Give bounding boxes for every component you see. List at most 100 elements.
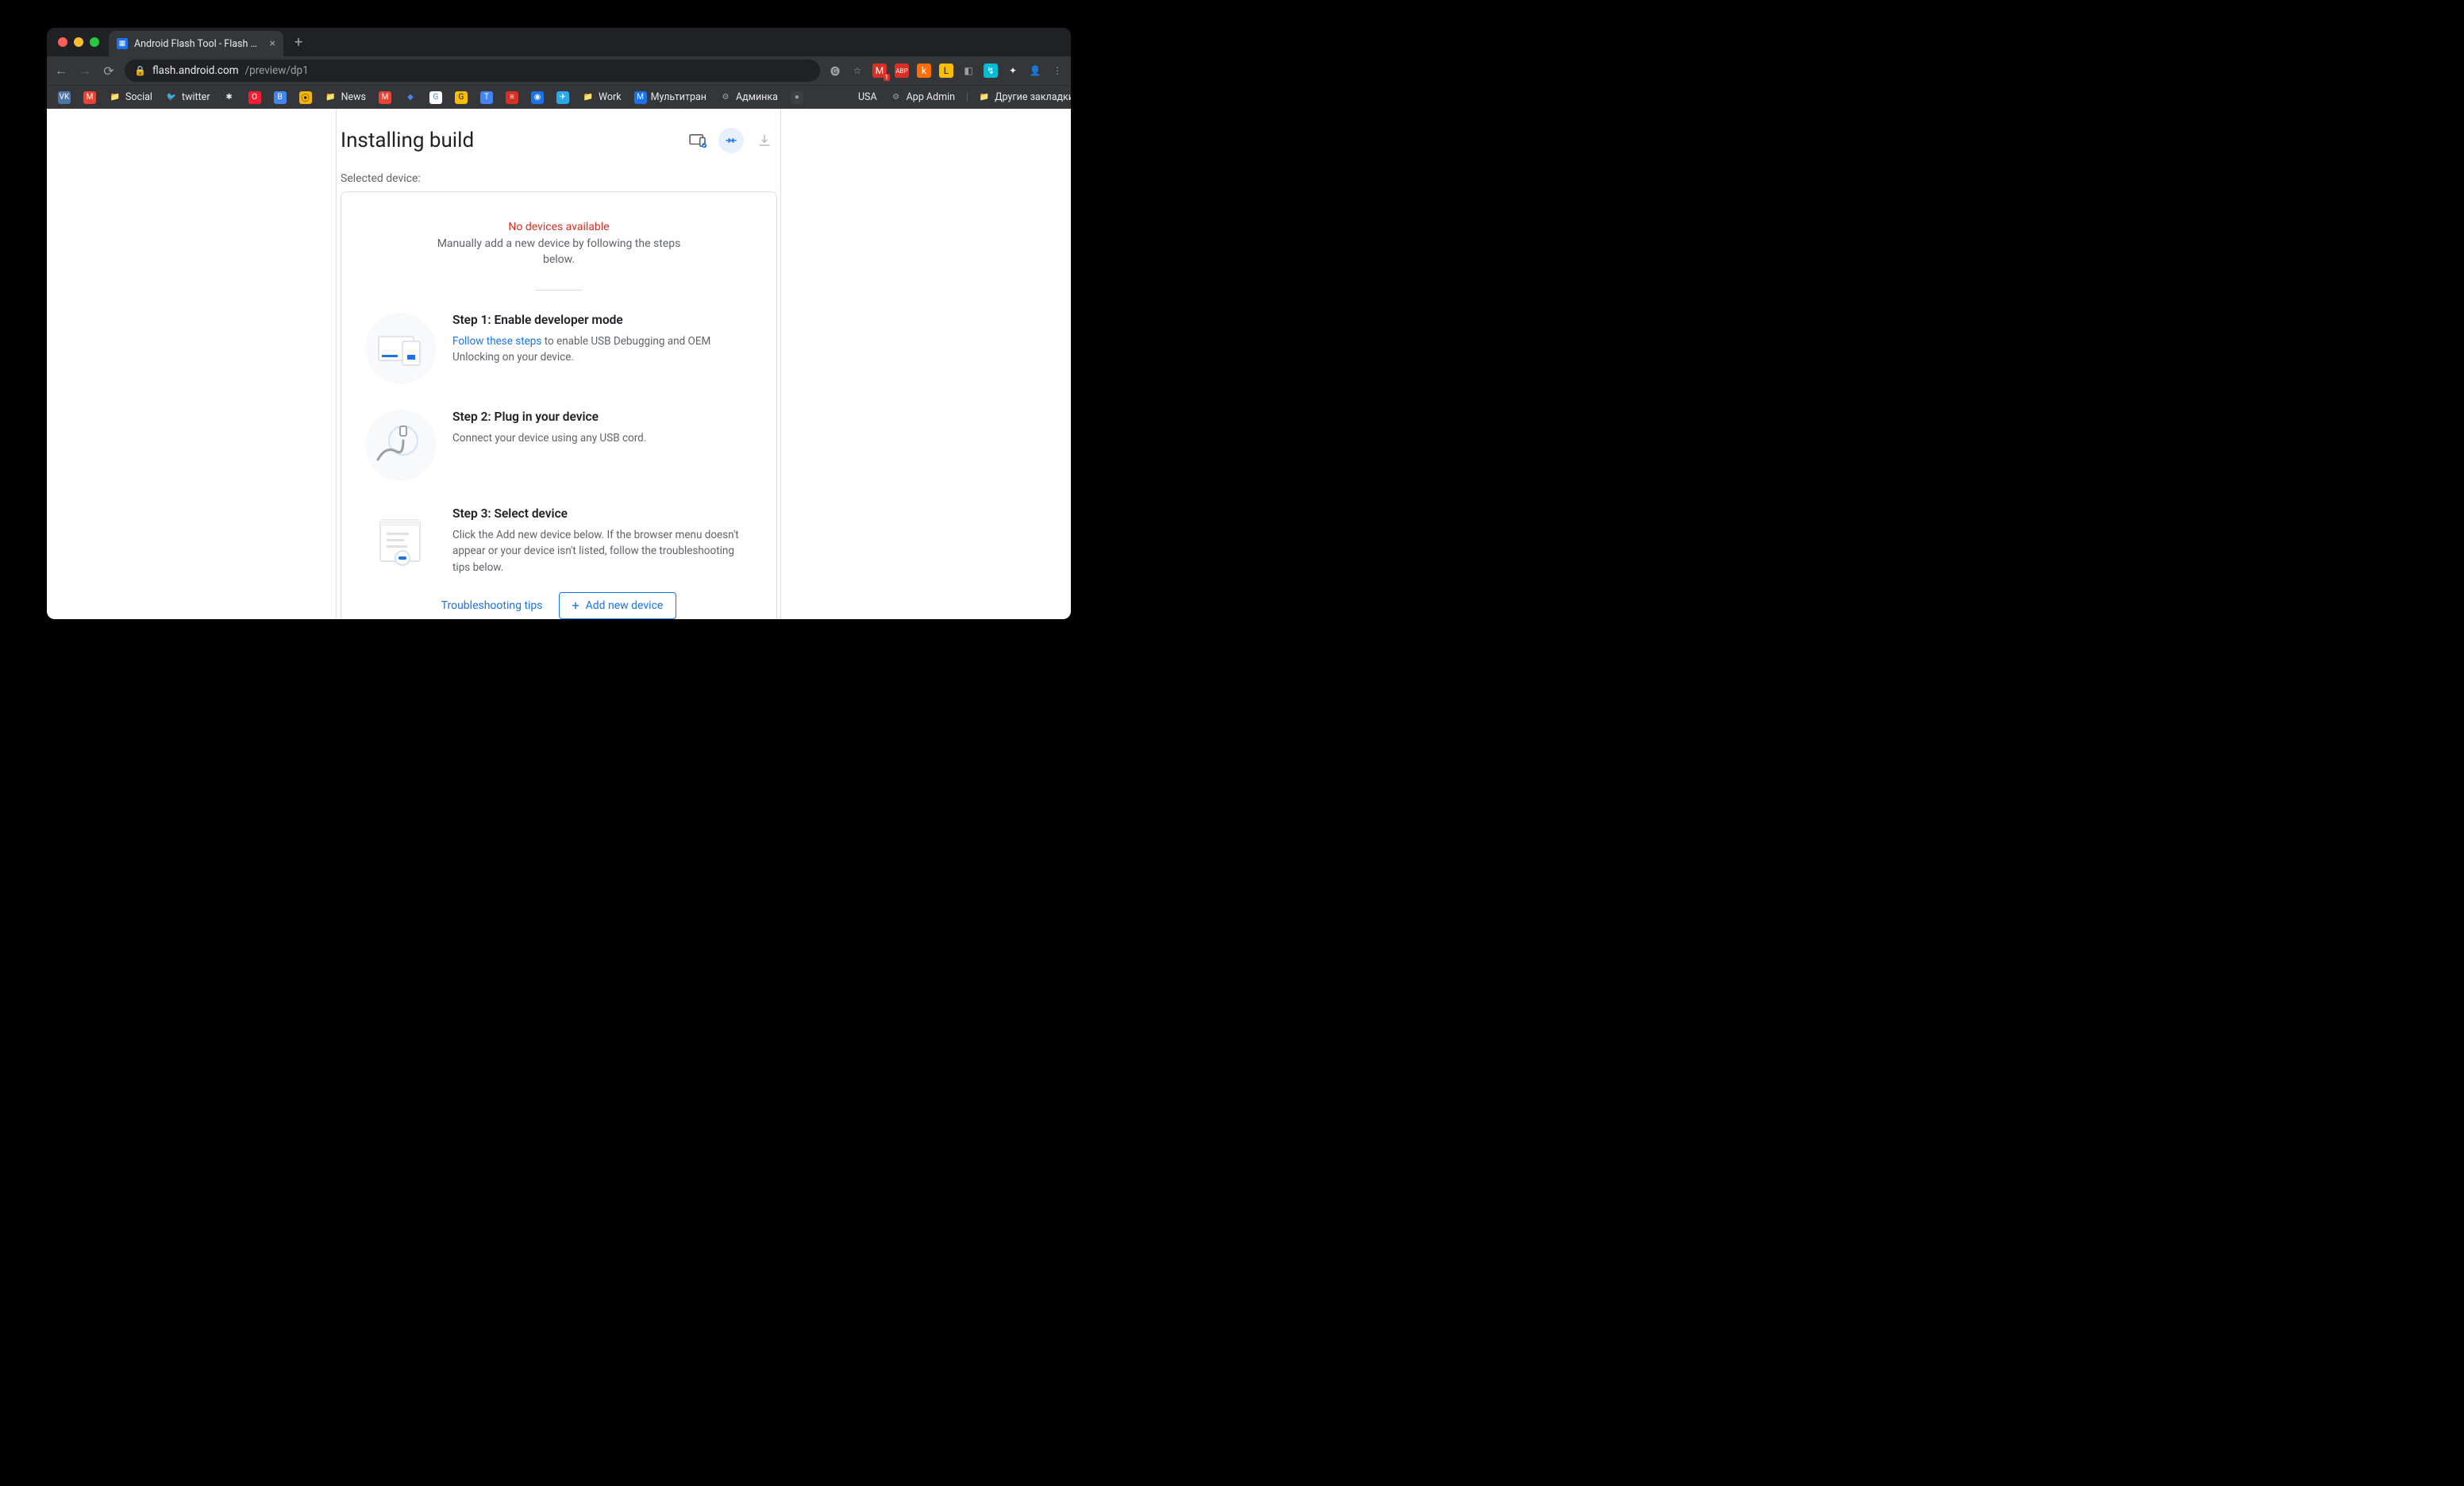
bookmark-item[interactable]: ≡ <box>501 89 523 106</box>
reload-button[interactable]: ⟳ <box>101 64 117 79</box>
bookmark-item[interactable]: 📁Social <box>104 89 157 106</box>
url-host: flash.android.com <box>152 64 239 77</box>
tab-title: Android Flash Tool - Flash Prev <box>134 38 264 50</box>
bookmark-item[interactable]: 📁 Work <box>577 89 626 106</box>
collapse-icon[interactable] <box>718 128 744 153</box>
step-3-illustration <box>365 506 437 578</box>
bookmark-item[interactable]: ⚙App Admin <box>885 89 960 106</box>
bookmark-item[interactable]: 🐦twitter <box>160 89 215 106</box>
page-header: Installing build <box>341 128 777 153</box>
gmail-ext-icon[interactable]: M1 <box>872 64 887 78</box>
bookmark-icon: B <box>274 91 287 104</box>
folder-icon: 📁 <box>978 91 991 104</box>
bookmark-label: Work <box>599 91 622 103</box>
add-device-button[interactable]: + Add new device <box>559 592 677 619</box>
step-1-text: Follow these steps to enable USB Debuggi… <box>452 333 753 366</box>
bookmark-item[interactable]: G <box>425 89 447 106</box>
bookmark-icon: 🐦 <box>165 91 178 104</box>
step-3-title: Step 3: Select device <box>452 506 753 521</box>
translate-icon[interactable]: 🅖 <box>828 64 842 78</box>
bookmark-star-icon[interactable]: ☆ <box>850 64 864 78</box>
browser-window: ▦ Android Flash Tool - Flash Prev × + ← … <box>47 28 1071 619</box>
close-window-button[interactable] <box>58 37 67 47</box>
step-3: Step 3: Select device Click the Add new … <box>365 506 753 578</box>
manual-instruction-text: Manually add a new device by following t… <box>432 237 686 268</box>
device-status-icon[interactable] <box>685 128 710 153</box>
bookmark-icon <box>841 91 854 104</box>
bookmark-item[interactable]: 📁News <box>320 89 371 106</box>
step-2-title: Step 2: Plug in your device <box>452 410 753 424</box>
bookmark-label: News <box>341 91 366 103</box>
back-button[interactable]: ← <box>53 63 69 79</box>
bookmark-item[interactable]: ⦿ <box>295 89 317 106</box>
layout-divider <box>336 109 337 619</box>
bookmark-item[interactable]: M <box>79 89 101 106</box>
bookmark-item[interactable]: M <box>374 89 396 106</box>
minimize-window-button[interactable] <box>74 37 83 47</box>
forward-button[interactable]: → <box>77 63 93 79</box>
lock-icon: 🔒 <box>134 65 146 76</box>
bookmark-item[interactable]: T <box>475 89 498 106</box>
bookmark-item[interactable]: ⚙ Админка <box>714 89 783 106</box>
troubleshooting-link[interactable]: Troubleshooting tips <box>441 599 543 612</box>
l-ext-icon[interactable]: L <box>939 64 953 78</box>
maximize-window-button[interactable] <box>90 37 99 47</box>
bookmark-item[interactable]: ✈ <box>552 89 574 106</box>
bookmark-item[interactable]: ● <box>786 89 808 106</box>
selected-device-label: Selected device: <box>341 172 777 185</box>
bookmark-icon: O <box>248 91 261 104</box>
step-2: Step 2: Plug in your device Connect your… <box>365 410 753 481</box>
plus-icon: + <box>572 599 579 612</box>
bookmark-icon: ◉ <box>531 91 544 104</box>
bookmark-icon: ✱ <box>223 91 236 104</box>
bookmark-item[interactable]: B <box>269 89 291 106</box>
follow-steps-link[interactable]: Follow these steps <box>452 335 541 348</box>
bookmark-icon: ⚙ <box>719 91 732 104</box>
divider <box>535 290 583 291</box>
bookmark-icon: G <box>429 91 442 104</box>
abp-ext-icon[interactable]: ABP <box>895 64 909 78</box>
page-content: Installing build Selected device: No dev… <box>341 109 777 619</box>
bookmark-item[interactable]: ◆ <box>399 89 422 106</box>
other-bookmarks-label: Другие закладки <box>995 91 1071 103</box>
profile-avatar-icon[interactable]: 👤 <box>1028 64 1042 78</box>
bookmark-item[interactable]: ✱ <box>218 89 241 106</box>
extensions-puzzle-icon[interactable]: ✦ <box>1006 64 1020 78</box>
bookmark-item[interactable] <box>811 89 834 106</box>
bookmark-label: Админка <box>736 91 778 103</box>
bookmark-icon: ◆ <box>404 91 417 104</box>
ext-icon-misc2[interactable]: ↯ <box>984 64 998 78</box>
bookmark-icon: M <box>379 91 391 104</box>
bookmark-icon: 📁 <box>582 91 595 104</box>
bookmark-icon: 📁 <box>109 91 121 104</box>
bookmark-item[interactable]: G <box>450 89 472 106</box>
tab-bar: ▦ Android Flash Tool - Flash Prev × + <box>47 28 1071 56</box>
toolbar-extensions: 🅖 ☆ M1 ABP k L ◧ ↯ ✦ 👤 ⋮ <box>828 64 1065 78</box>
bookmark-icon <box>816 91 829 104</box>
page-title: Installing build <box>341 129 474 152</box>
step-1-title: Step 1: Enable developer mode <box>452 313 753 327</box>
bookmark-label: App Admin <box>907 91 955 103</box>
ext-icon-misc1[interactable]: ◧ <box>961 64 976 78</box>
bookmark-icon: VK <box>58 91 71 104</box>
bookmark-label: Мультитран <box>651 91 706 103</box>
bookmark-item[interactable]: VK <box>53 89 75 106</box>
new-tab-button[interactable]: + <box>288 34 309 51</box>
url-input[interactable]: 🔒 flash.android.com/preview/dp1 <box>125 60 820 82</box>
download-icon[interactable] <box>752 128 777 153</box>
add-device-label: Add new device <box>586 599 664 612</box>
bookmark-item[interactable]: USA <box>837 89 882 106</box>
other-bookmarks-folder[interactable]: 📁 Другие закладки <box>973 89 1071 106</box>
chrome-menu-icon[interactable]: ⋮ <box>1050 64 1065 78</box>
close-tab-icon[interactable]: × <box>270 37 275 50</box>
address-bar: ← → ⟳ 🔒 flash.android.com/preview/dp1 🅖 … <box>47 56 1071 85</box>
k-ext-icon[interactable]: k <box>917 64 931 78</box>
bookmark-item[interactable]: ◉ <box>526 89 549 106</box>
bookmarks-bar: VKM📁Social🐦twitter✱OB⦿📁NewsM◆GGT≡◉✈📁Work… <box>47 85 1071 109</box>
bookmark-icon: G <box>455 91 468 104</box>
bookmark-item[interactable]: O <box>244 89 266 106</box>
step-2-text: Connect your device using any USB cord. <box>452 430 753 446</box>
header-actions <box>685 128 777 153</box>
bookmark-item[interactable]: MМультитран <box>629 89 711 106</box>
browser-tab[interactable]: ▦ Android Flash Tool - Flash Prev × <box>109 31 283 56</box>
